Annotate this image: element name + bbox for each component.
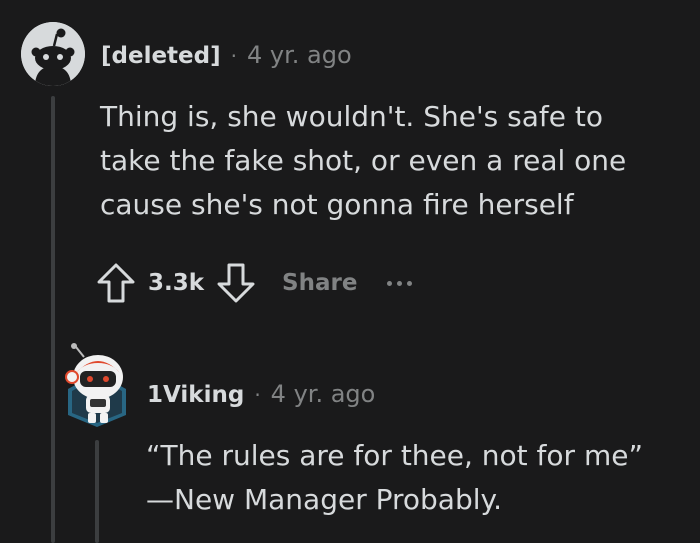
comment-meta: [deleted] · 4 yr. ago [101,41,352,69]
more-options-button[interactable] [387,280,413,286]
thread-line-reply[interactable] [95,440,99,543]
comment-meta: 1Viking · 4 yr. ago [147,380,375,408]
vote-score: 3.3k [148,270,205,296]
arrow-down-outline-icon [217,263,255,303]
arrow-up-outline-icon [97,263,135,303]
deleted-user-avatar-icon[interactable] [21,22,85,86]
meta-separator: · [230,44,237,68]
comment-body: Thing is, she wouldn't. She's safe to ta… [100,100,627,221]
comment-body: “The rules are for thee, not for me” —Ne… [146,439,643,516]
thread-line-root[interactable] [51,96,55,543]
comment-author[interactable]: 1Viking [147,382,244,408]
comment-actions: 3.3k Share [96,258,413,308]
comment-timestamp[interactable]: 4 yr. ago [247,41,352,69]
comment-author[interactable]: [deleted] [101,43,221,69]
meta-separator: · [254,383,261,407]
comment-timestamp[interactable]: 4 yr. ago [271,380,376,408]
downvote-button[interactable] [216,261,256,305]
1viking-avatar-icon[interactable] [62,343,132,427]
ellipsis-icon [387,280,393,286]
upvote-button[interactable] [96,261,136,305]
share-button[interactable]: Share [282,270,357,296]
